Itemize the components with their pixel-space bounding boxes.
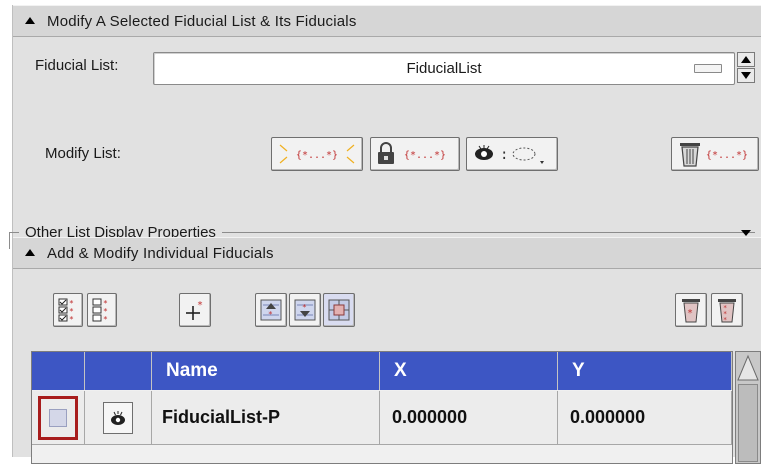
svg-text:*: * [103,315,108,323]
scroll-up-arrow-icon[interactable] [736,352,760,382]
deselect-all-button[interactable]: * * * [87,293,117,327]
collapse-arrow-icon[interactable] [25,248,35,256]
svg-text:*: * [687,308,693,319]
highlight-box [38,395,78,440]
select-all-button[interactable]: * * * [53,293,83,327]
table-row-y-cell[interactable]: 0.000000 [558,391,732,445]
table-row-x-cell[interactable]: 0.000000 [380,391,558,445]
fiducials-panel: Modify A Selected Fiducial List & Its Fi… [9,5,761,464]
lock-list-icon: {*...*} [378,142,446,164]
svg-text:{*...*}: {*...*} [706,150,748,161]
fiducials-table: Name X Y FiducialList-P 0.000000 0.00000… [31,351,733,464]
group-bracket [9,233,10,249]
section-title: Add & Modify Individual Fiducials [47,244,274,262]
delete-list-button[interactable]: {*...*} [671,137,759,171]
spinner-down-button[interactable] [737,68,755,83]
modify-list-section-body: Fiducial List: FiducialList Modify List:… [9,37,761,249]
table-row-visibility-cell [85,391,152,445]
scrollbar-thumb[interactable] [738,384,758,462]
lock-list-button[interactable]: {*...*} [370,137,460,171]
center-fiducial-button[interactable] [323,293,355,327]
down-arrow-icon [741,72,751,79]
svg-text:{*...*}: {*...*} [296,150,338,161]
delete-all-button[interactable]: * * * [711,293,743,327]
eye-icon [111,410,125,425]
modify-list-label: Modify List: [45,145,121,162]
table-row-select-cell [32,391,85,445]
add-fiducial-button[interactable]: * [179,293,211,327]
column-header-name[interactable]: Name [152,352,380,390]
delete-list-icon: {*...*} [680,143,748,167]
expand-arrow-icon[interactable] [741,230,751,236]
column-header-select[interactable] [32,352,85,390]
fiducial-list-label: Fiducial List: [35,57,119,74]
column-header-visibility[interactable] [85,352,152,390]
svg-text:*: * [268,310,273,319]
select-all-list-button[interactable]: {*...*} [271,137,363,171]
add-fiducial-icon: * [186,300,203,320]
svg-text:*: * [69,315,74,323]
table-scrollbar[interactable] [735,351,761,464]
delete-selected-icon: * [682,299,700,323]
visibility-toggle-icon: : [475,145,544,164]
delete-all-icon: *** [718,299,736,324]
visibility-toggle-button[interactable] [103,401,133,434]
move-down-icon: * [294,299,316,321]
individual-fiducials-section-header[interactable]: Add & Modify Individual Fiducials [13,237,761,269]
column-header-y[interactable]: Y [558,352,732,390]
svg-text::: : [500,147,508,163]
deselect-all-icon: *** [92,298,108,323]
fiducial-list-value: FiducialList [406,60,482,77]
fiducial-list-selector[interactable]: FiducialList [153,52,735,85]
up-arrow-icon [741,56,751,63]
column-header-x[interactable]: X [380,352,558,390]
svg-text:*: * [197,300,203,311]
select-all-icon: *** [58,298,74,323]
row-select-checkbox[interactable] [49,408,67,427]
move-up-icon: * [260,299,282,321]
dropdown-dash-icon[interactable] [694,64,722,73]
svg-text:*: * [302,303,307,312]
spinner-up-button[interactable] [737,52,755,67]
modify-list-section-header[interactable]: Modify A Selected Fiducial List & Its Fi… [13,5,761,37]
center-icon [328,299,350,321]
collapse-arrow-icon[interactable] [25,16,35,24]
table-row-name-cell[interactable]: FiducialList-P [152,391,380,445]
select-all-list-icon: {*...*} [279,144,355,164]
list-spinner[interactable] [737,52,755,83]
delete-selected-button[interactable]: * [675,293,707,327]
svg-text:{*...*}: {*...*} [404,150,446,161]
move-down-button[interactable]: * [289,293,321,327]
move-up-button[interactable]: * [255,293,287,327]
svg-text:*: * [723,316,727,324]
visibility-toggle-button[interactable]: : [466,137,558,171]
section-title: Modify A Selected Fiducial List & Its Fi… [47,12,357,30]
